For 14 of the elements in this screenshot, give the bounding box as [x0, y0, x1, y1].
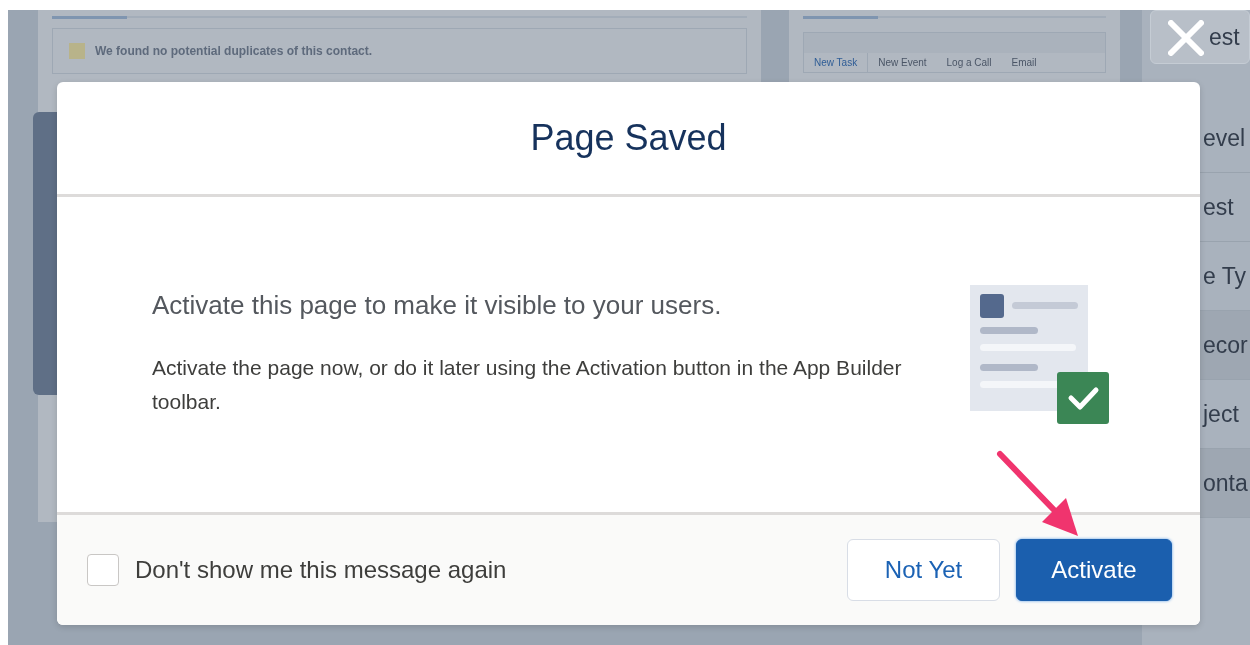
checkbox-label: Don't show me this message again: [135, 556, 507, 584]
dialog-message: Activate the page now, or do it later using the Activation button in the App Builder toolbar.: [152, 355, 903, 415]
activity-tab[interactable]: Log a Call: [936, 53, 1002, 72]
side-field: est: [1150, 10, 1250, 64]
dialog-heading: Activate this page to make it visible to your users.: [152, 290, 723, 321]
checkbox[interactable]: [87, 554, 119, 586]
duplicates-notice: We found no potential duplicates of this contact.: [95, 44, 373, 58]
cancel-button[interactable]: Not Yet: [847, 539, 1000, 601]
warning-icon: [69, 43, 85, 59]
activate-button[interactable]: Activate: [1016, 539, 1172, 601]
activity-tab[interactable]: Email: [1001, 53, 1047, 72]
close-icon[interactable]: [1168, 20, 1204, 56]
activity-tab[interactable]: New Event: [868, 53, 937, 72]
dialog-title: Page Saved: [530, 117, 727, 159]
